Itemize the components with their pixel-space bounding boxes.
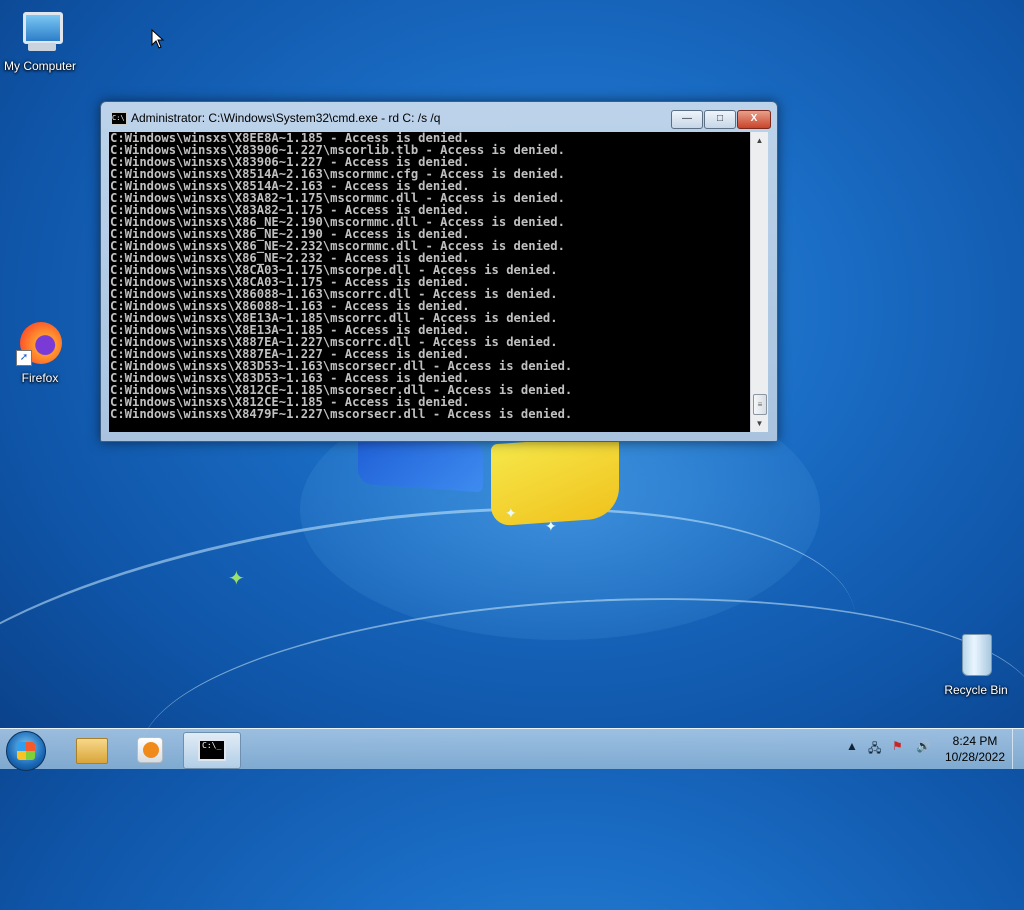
desktop-icon-label: Firefox	[21, 371, 59, 385]
clock-date: 10/28/2022	[944, 750, 1006, 764]
shortcut-arrow-icon: ➚	[16, 350, 32, 366]
cmd-icon: C:\_	[198, 739, 226, 761]
desktop-icon-label: Recycle Bin	[944, 683, 1008, 697]
action-center-flag-icon[interactable]: ⚑	[892, 739, 903, 753]
cmd-icon: C:\	[111, 112, 127, 125]
desktop-icon-label: My Computer	[3, 59, 77, 73]
desktop-icon-my-computer[interactable]: My Computer	[0, 8, 80, 73]
show-desktop-button[interactable]	[1012, 729, 1024, 769]
start-button[interactable]	[6, 731, 46, 771]
taskbar-item-cmd[interactable]: C:\_	[183, 732, 241, 769]
maximize-button[interactable]: □	[704, 110, 736, 129]
console-output[interactable]: C:Windows\winsxs\X8EE8A~1.185 - Access i…	[109, 132, 750, 432]
computer-icon	[16, 8, 64, 56]
sparkle-icon: ✦	[228, 568, 245, 590]
taskbar: C:\_ ▲ 🖧 ⚑ 🔊 8:24 PM 10/28/2022	[0, 728, 1024, 771]
taskbar-item-media-player[interactable]	[122, 732, 178, 767]
window-title: Administrator: C:\Windows\System32\cmd.e…	[131, 111, 441, 125]
clock-time: 8:24 PM	[952, 734, 998, 748]
scroll-up-arrow-icon[interactable]: ▲	[751, 132, 768, 149]
vertical-scrollbar[interactable]: ▲ ≡ ▼	[750, 132, 768, 432]
recycle-bin-icon	[952, 632, 1000, 680]
mouse-cursor-icon	[151, 29, 165, 49]
close-button[interactable]: X	[737, 110, 771, 129]
windows-flag-logo	[358, 435, 628, 550]
show-hidden-icons-arrow-icon[interactable]: ▲	[846, 739, 858, 753]
clock[interactable]: 8:24 PM 10/28/2022	[930, 733, 1020, 765]
media-player-icon	[137, 737, 163, 763]
taskbar-item-explorer[interactable]	[62, 732, 118, 767]
scroll-down-arrow-icon[interactable]: ▼	[751, 415, 768, 432]
cmd-window[interactable]: C:\ Administrator: C:\Windows\System32\c…	[100, 101, 778, 442]
console-line: C:Windows\winsxs\X8479F~1.227\mscorsecr.…	[110, 407, 573, 421]
desktop-icon-recycle-bin[interactable]: Recycle Bin	[936, 632, 1016, 697]
sparkle-icon: ✦	[545, 518, 557, 534]
minimize-button[interactable]: —	[671, 110, 703, 129]
volume-icon[interactable]: 🔊	[916, 739, 931, 753]
sparkle-icon: ✦	[505, 505, 517, 521]
scroll-thumb[interactable]: ≡	[753, 394, 767, 415]
windows-logo-icon	[17, 742, 35, 760]
firefox-icon: ➚	[16, 320, 64, 368]
desktop-icon-firefox[interactable]: ➚ Firefox	[0, 320, 80, 385]
title-bar[interactable]: C:\ Administrator: C:\Windows\System32\c…	[101, 102, 777, 132]
console-text: C:Windows\winsxs\X8EE8A~1.185 - Access i…	[109, 132, 750, 420]
network-icon[interactable]: 🖧	[868, 739, 881, 760]
folder-icon	[76, 738, 108, 764]
